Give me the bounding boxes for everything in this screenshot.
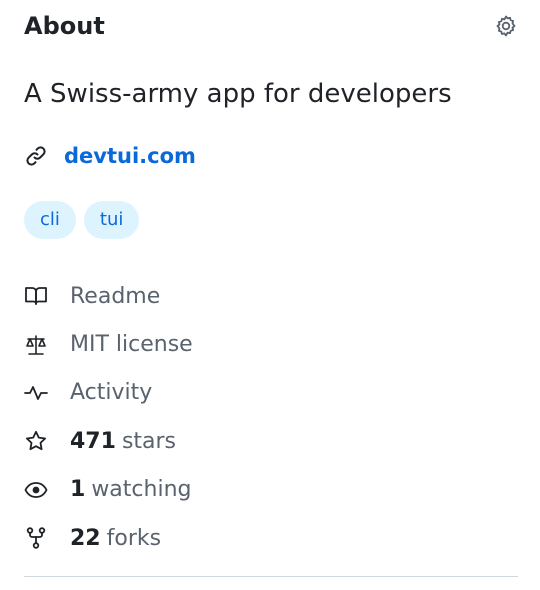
website-link[interactable]: devtui.com [64, 144, 196, 168]
pulse-icon [24, 381, 48, 405]
stars-label: stars [121, 428, 177, 454]
watching-count: 1 [70, 477, 86, 503]
link-icon [26, 146, 46, 166]
watching-link[interactable]: 1 watching [24, 466, 193, 514]
activity-link[interactable]: Activity [24, 369, 193, 417]
book-icon [24, 284, 48, 308]
section-divider [24, 576, 518, 577]
readme-label: Readme [70, 283, 161, 309]
law-scale-icon [24, 333, 48, 357]
about-header: About [24, 8, 518, 44]
website-link-row: devtui.com [24, 140, 196, 172]
topics-list: cli tui [24, 201, 140, 239]
forks-count: 22 [70, 525, 101, 551]
topic-tag-cli[interactable]: cli [24, 201, 76, 239]
repo-meta-list: Readme MIT license Activity 471 stars 1 … [24, 272, 193, 562]
about-title: About [24, 12, 105, 40]
readme-link[interactable]: Readme [24, 272, 193, 320]
activity-label: Activity [70, 380, 153, 406]
topic-tag-tui[interactable]: tui [83, 201, 140, 239]
gear-icon[interactable] [494, 14, 518, 38]
repo-description: A Swiss-army app for developers [24, 79, 452, 109]
fork-icon [24, 526, 48, 550]
stars-link[interactable]: 471 stars [24, 417, 193, 465]
license-link[interactable]: MIT license [24, 320, 193, 368]
forks-label: forks [106, 525, 162, 551]
stars-count: 471 [70, 428, 116, 454]
eye-icon [24, 478, 48, 502]
star-icon [24, 429, 48, 453]
forks-link[interactable]: 22 forks [24, 514, 193, 562]
license-label: MIT license [70, 332, 193, 358]
watching-label: watching [91, 477, 192, 503]
